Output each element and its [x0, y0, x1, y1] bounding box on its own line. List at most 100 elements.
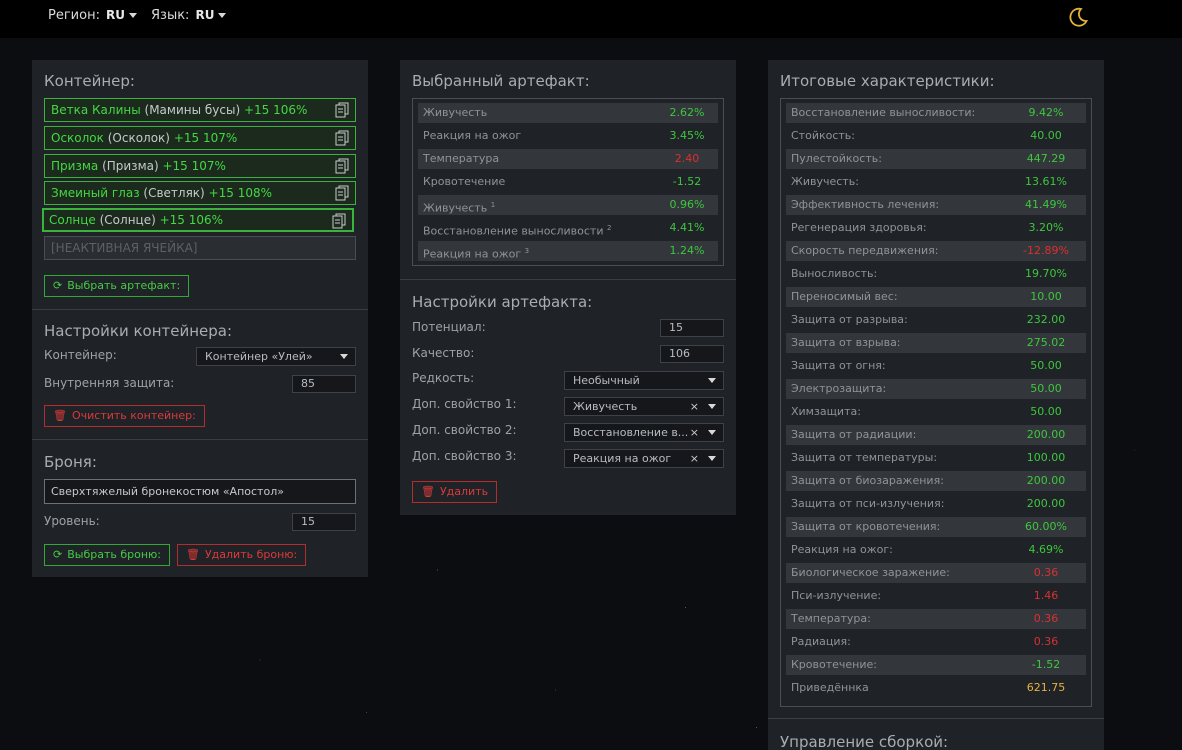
artifact-slot[interactable]: Осколок (Осколок) +15 107% — [44, 126, 356, 150]
copy-icon[interactable] — [332, 213, 346, 229]
choose-artifact-button[interactable]: ⟳ Выбрать артефакт: — [44, 275, 190, 297]
artifact-slot[interactable]: Ветка Калины (Мамины бусы) +15 106% — [44, 98, 356, 122]
extra3-select-value: Реакция на ожог — [573, 452, 672, 465]
stat-row: Регенерация здоровья: 3.20% — [786, 218, 1086, 238]
stat-name-text: Температура: — [791, 612, 871, 625]
stat-name-text: Реакция на ожог — [423, 247, 522, 261]
language-selector[interactable]: Язык: RU — [151, 8, 227, 23]
stat-name: Электрозащита: — [791, 379, 886, 399]
stat-name: Восстановление выносливости 2 — [423, 218, 611, 242]
stat-name: Защита от кровотечения: — [791, 517, 940, 537]
inner-protection-label: Внутренняя защита: — [44, 376, 175, 390]
extra2-select-value: Восстановление в... — [573, 426, 689, 439]
choose-armor-button[interactable]: ⟳ Выбрать броню: — [44, 544, 170, 566]
stat-name-text: Живучесть — [423, 201, 488, 215]
extra2-select[interactable]: Восстановление в... × — [564, 423, 724, 442]
clear-icon[interactable]: × — [690, 424, 699, 441]
container-select[interactable]: Контейнер «Улей» — [196, 347, 356, 366]
top-bar: Регион: RU Язык: RU — [0, 0, 1182, 38]
extra2-label: Доп. свойство 2: — [412, 423, 517, 437]
stat-value: 447.29 — [1026, 152, 1066, 165]
stat-row: Биологическое заражение: 0.36 — [786, 563, 1086, 583]
delete-artifact-label: Удалить — [439, 485, 489, 498]
stat-name-text: Защита от взрыва: — [791, 336, 901, 349]
stat-name: Выносливость: — [791, 264, 877, 284]
copy-icon[interactable] — [335, 185, 349, 201]
rarity-select[interactable]: Необычный — [564, 371, 724, 390]
rarity-label: Редкость: — [412, 371, 475, 385]
stat-name-text: Защита от кровотечения: — [791, 520, 941, 533]
artifact-slot[interactable]: Солнце (Солнце) +15 106% — [42, 208, 354, 232]
divider — [32, 439, 368, 440]
stat-row: Пулестойкость: 447.29 — [786, 149, 1086, 169]
stat-name-text: Температура — [423, 152, 500, 165]
copy-icon[interactable] — [335, 102, 349, 118]
stat-value: 621.75 — [1026, 681, 1066, 694]
stat-name-text: Реакция на ожог: — [791, 543, 893, 556]
slot-name: Солнце — [49, 213, 96, 227]
stat-value: 3.20% — [1028, 221, 1064, 234]
level-label: Уровень: — [44, 514, 100, 528]
slot-level: +15 107% — [173, 131, 238, 145]
chevron-down-icon — [708, 430, 716, 435]
slot-name: Змеиный глаз — [51, 186, 140, 200]
divider — [400, 279, 736, 280]
stat-value: 50.00 — [1030, 405, 1062, 418]
moon-icon[interactable] — [1067, 6, 1089, 28]
stat-name-text: Защита от температуры: — [791, 451, 938, 464]
potential-label: Потенциал: — [412, 320, 486, 334]
stat-value: 100.00 — [1026, 451, 1066, 464]
stat-name-text: Химзащита: — [791, 405, 861, 418]
inner-protection-input[interactable]: 85 — [292, 375, 356, 393]
stat-value: 200.00 — [1026, 497, 1066, 510]
extra1-label: Доп. свойство 1: — [412, 397, 517, 411]
extra1-select[interactable]: Живучесть × — [564, 397, 724, 416]
stat-footnote: 3 — [524, 247, 530, 255]
refresh-icon: ⟳ — [53, 279, 63, 292]
stat-value: -1.52 — [672, 175, 702, 188]
copy-icon[interactable] — [335, 158, 349, 174]
artifact-slot[interactable]: Змеиный глаз (Светляк) +15 108% — [44, 181, 356, 205]
stat-name: Защита от радиации: — [791, 425, 916, 445]
extra3-select[interactable]: Реакция на ожог × — [564, 449, 724, 468]
slot-level: +15 106% — [159, 213, 224, 227]
clear-icon[interactable]: × — [690, 398, 699, 415]
delete-artifact-button[interactable]: 🗑 Удалить — [412, 481, 498, 503]
extra3-label: Доп. свойство 3: — [412, 449, 517, 463]
clear-icon[interactable]: × — [690, 450, 699, 467]
quality-input[interactable]: 106 — [660, 345, 724, 363]
copy-icon[interactable] — [335, 130, 349, 146]
stat-name: Живучесть: — [791, 172, 859, 192]
stat-name: Скорость передвижения: — [791, 241, 939, 261]
stat-name: Защита от огня: — [791, 356, 886, 376]
level-input[interactable]: 15 — [292, 513, 356, 531]
slot-subname: (Призма) — [102, 159, 159, 173]
stat-name-text: Реакция на ожог — [423, 129, 522, 142]
stat-row: Защита от биозаражения: 200.00 — [786, 471, 1086, 491]
stat-name-text: Защита от пси-излучения: — [791, 497, 945, 510]
stat-name: Кровотечение — [423, 172, 505, 192]
totals-panel: Итоговые характеристики: Восстановление … — [768, 60, 1104, 750]
armor-field[interactable]: Сверхтяжелый бронекостюм «Апостол» — [44, 479, 356, 504]
stat-row: Восстановление выносливости 2 4.41% — [418, 218, 718, 238]
stat-name: Реакция на ожог 3 — [423, 241, 529, 265]
clear-container-button[interactable]: 🗑 Очистить контейнер: — [44, 405, 205, 427]
delete-armor-button[interactable]: 🗑 Удалить броню: — [177, 544, 307, 566]
stat-value: 13.61% — [1025, 175, 1067, 188]
stat-name-text: Пси-излучение: — [791, 589, 882, 602]
quality-label: Качество: — [412, 346, 475, 360]
stat-name: Химзащита: — [791, 402, 861, 422]
potential-input[interactable]: 15 — [660, 319, 724, 337]
artifact-stats-box: Живучесть 2.62% Реакция на ожог 3.45% Темпер… — [412, 98, 724, 266]
stat-name-text: Эффективность лечения: — [791, 198, 940, 211]
artifact-slot[interactable]: Призма (Призма) +15 107% — [44, 154, 356, 178]
delete-armor-label: Удалить броню: — [204, 548, 298, 561]
stat-name-text: Электрозащита: — [791, 382, 887, 395]
stat-value: 0.96% — [669, 198, 705, 211]
stat-value: 200.00 — [1026, 428, 1066, 441]
stat-row: Реакция на ожог 3 1.24% — [418, 241, 718, 261]
region-selector[interactable]: Регион: RU — [48, 8, 137, 23]
container-select-value: Контейнер «Улей» — [205, 350, 313, 363]
stat-row: Электрозащита: 50.00 — [786, 379, 1086, 399]
stat-value: 4.41% — [669, 221, 705, 234]
